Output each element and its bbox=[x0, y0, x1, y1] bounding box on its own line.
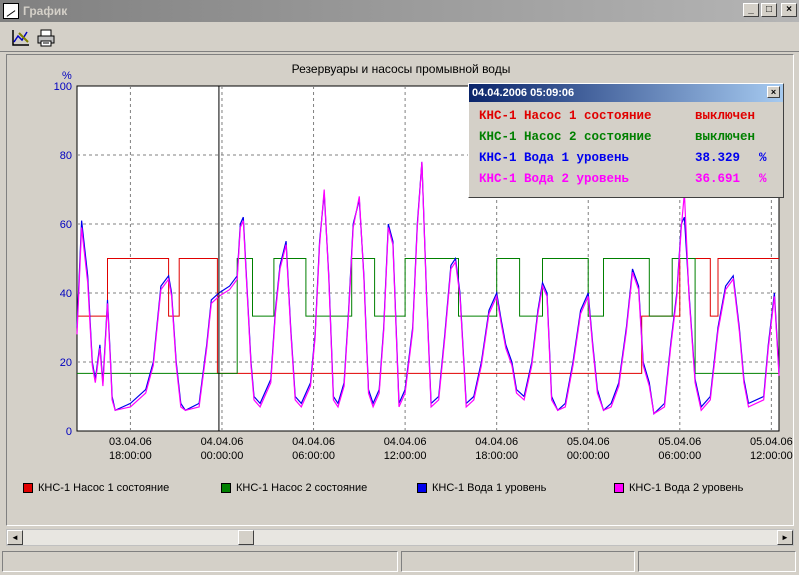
y-tick-label: 0 bbox=[66, 426, 72, 438]
x-tick-time: 00:00:00 bbox=[201, 450, 244, 462]
value-popup[interactable]: 04.04.2006 05:09:06 × КНС-1 Насос 1 сост… bbox=[468, 83, 784, 198]
y-tick-label: 40 bbox=[60, 288, 72, 300]
legend-swatch bbox=[221, 483, 231, 493]
popup-row-unit: % bbox=[759, 151, 767, 165]
x-tick-date: 04.04.06 bbox=[201, 436, 244, 448]
y-tick-label: 20 bbox=[60, 357, 72, 369]
y-tick-label: 80 bbox=[60, 150, 72, 162]
x-tick-time: 00:00:00 bbox=[567, 450, 610, 462]
x-tick-date: 05.04.06 bbox=[658, 436, 701, 448]
close-button[interactable]: × bbox=[781, 3, 797, 17]
status-panel-3 bbox=[638, 551, 796, 572]
popup-row-label: КНС-1 Насос 1 состояние bbox=[479, 109, 652, 123]
chart-app-icon bbox=[3, 3, 19, 19]
scroll-right-button[interactable]: ► bbox=[777, 530, 793, 545]
popup-timestamp: 04.04.2006 05:09:06 bbox=[472, 87, 575, 99]
popup-row-value: 36.691 bbox=[695, 172, 741, 186]
x-tick-date: 04.04.06 bbox=[475, 436, 518, 448]
x-tick-time: 06:00:00 bbox=[292, 450, 335, 462]
toolbar bbox=[0, 24, 799, 52]
popup-row-label: КНС-1 Вода 1 уровень bbox=[479, 151, 630, 165]
x-tick-time: 12:00:00 bbox=[750, 450, 793, 462]
status-panel-1 bbox=[2, 551, 398, 572]
minimize-button[interactable]: _ bbox=[743, 3, 759, 17]
x-tick-time: 18:00:00 bbox=[475, 450, 518, 462]
popup-row-unit: % bbox=[759, 172, 767, 186]
legend-swatch bbox=[23, 483, 33, 493]
popup-row-label: КНС-1 Вода 2 уровень bbox=[479, 172, 630, 186]
legend-label: КНС-1 Насос 2 состояние bbox=[236, 482, 368, 494]
x-tick-date: 03.04.06 bbox=[109, 436, 152, 448]
legend-label: КНС-1 Вода 1 уровень bbox=[432, 482, 547, 494]
scroll-thumb[interactable] bbox=[238, 530, 254, 545]
popup-header[interactable]: 04.04.2006 05:09:06 × bbox=[469, 84, 783, 102]
popup-close-button[interactable]: × bbox=[767, 86, 780, 98]
popup-row-value: выключен bbox=[695, 130, 756, 144]
legend-item: КНС-1 Вода 2 уровень bbox=[614, 482, 743, 494]
y-tick-label: 100 bbox=[54, 81, 72, 93]
status-bar bbox=[0, 549, 799, 575]
popup-row-value: 38.329 bbox=[695, 151, 741, 165]
x-tick-time: 18:00:00 bbox=[109, 450, 152, 462]
x-tick-date: 04.04.06 bbox=[384, 436, 427, 448]
status-panel-2 bbox=[401, 551, 635, 572]
legend-item: КНС-1 Насос 2 состояние bbox=[221, 482, 367, 494]
maximize-button[interactable]: □ bbox=[761, 3, 777, 17]
legend-item: КНС-1 Вода 1 уровень bbox=[417, 482, 546, 494]
chart-tool-icon[interactable] bbox=[10, 27, 32, 49]
x-tick-time: 06:00:00 bbox=[658, 450, 701, 462]
window-controls: _ □ × bbox=[743, 3, 797, 17]
legend-swatch bbox=[417, 483, 427, 493]
y-tick-label: 60 bbox=[60, 219, 72, 231]
popup-row-label: КНС-1 Насос 2 состояние bbox=[479, 130, 652, 144]
x-tick-date: 05.04.06 bbox=[750, 436, 793, 448]
x-tick-date: 04.04.06 bbox=[292, 436, 335, 448]
legend-label: КНС-1 Вода 2 уровень bbox=[629, 482, 744, 494]
printer-icon[interactable] bbox=[35, 27, 57, 49]
scroll-left-button[interactable]: ◄ bbox=[7, 530, 23, 545]
x-tick-date: 05.04.06 bbox=[567, 436, 610, 448]
window-title: График bbox=[23, 4, 68, 18]
legend-item: КНС-1 Насос 1 состояние bbox=[23, 482, 169, 494]
window-titlebar[interactable]: График _ □ × bbox=[0, 0, 799, 22]
popup-row-value: выключен bbox=[695, 109, 756, 123]
legend-label: КНС-1 Насос 1 состояние bbox=[38, 482, 170, 494]
x-tick-time: 12:00:00 bbox=[384, 450, 427, 462]
chart-title: Резервуары и насосы промывной воды bbox=[292, 62, 511, 76]
horizontal-scrollbar[interactable]: ◄ ► bbox=[6, 529, 794, 546]
legend-swatch bbox=[614, 483, 624, 493]
